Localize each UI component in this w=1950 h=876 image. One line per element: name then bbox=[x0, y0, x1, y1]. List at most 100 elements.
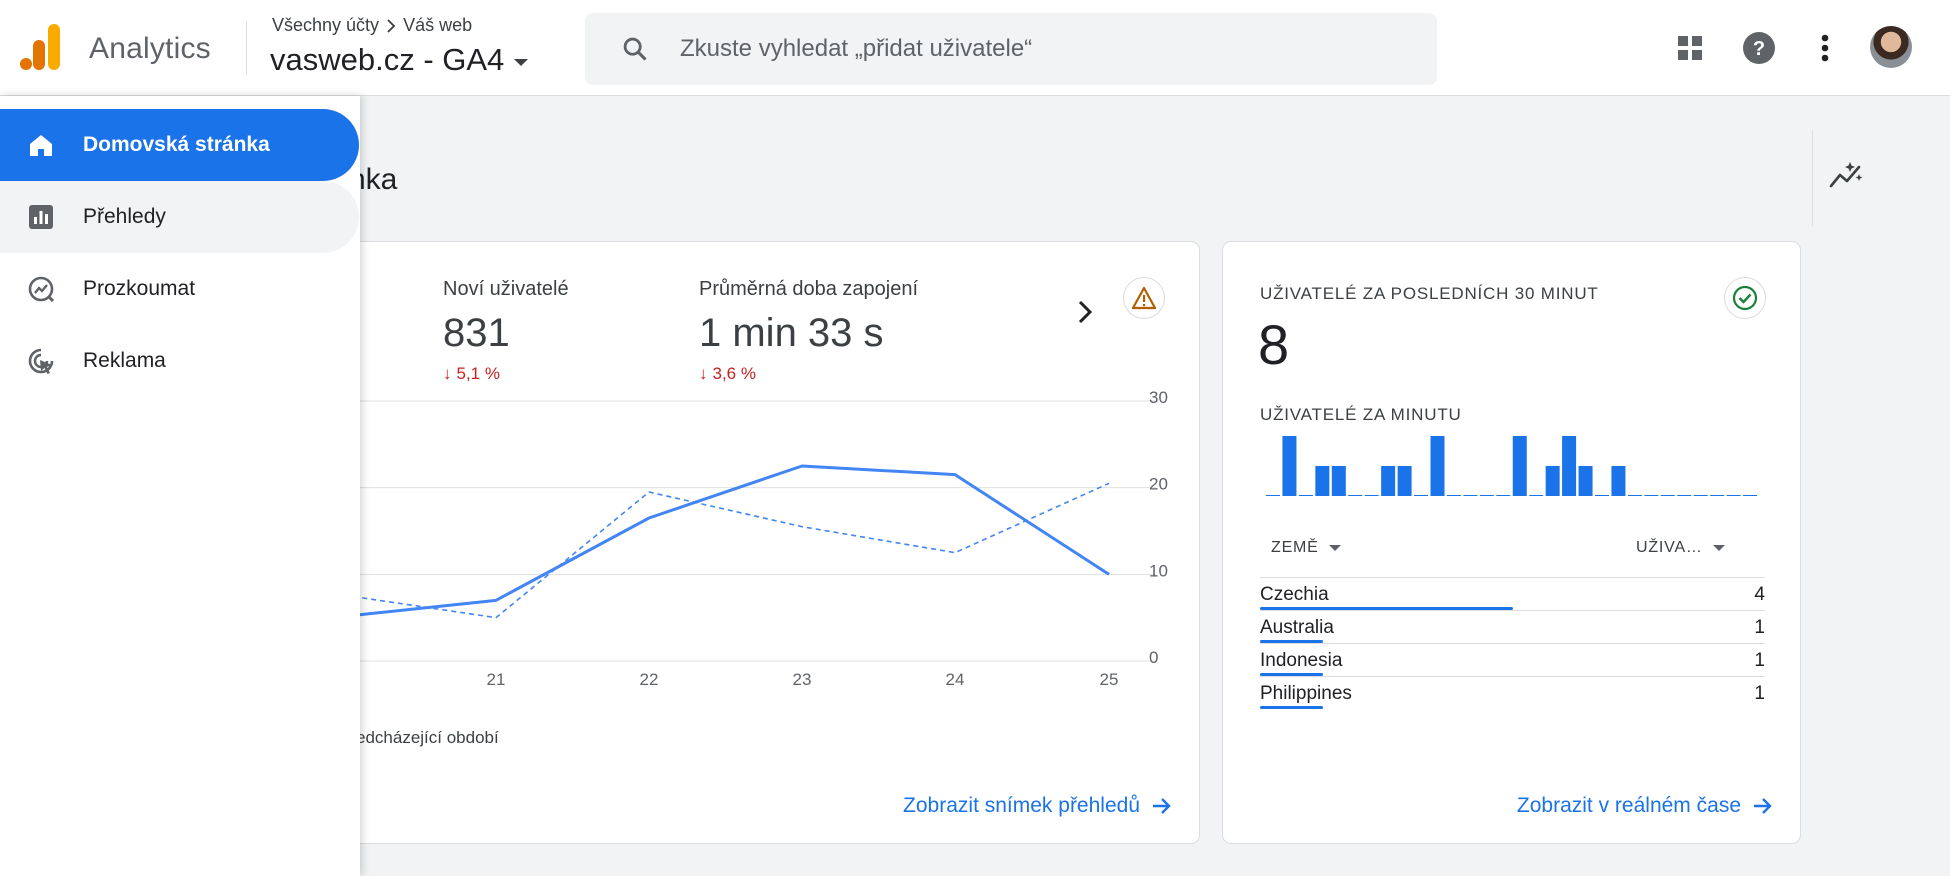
arrow-right-icon bbox=[1754, 798, 1772, 814]
column-label: UŽIVA… bbox=[1636, 539, 1703, 556]
caret-down-icon bbox=[514, 58, 529, 66]
search-icon bbox=[623, 37, 647, 61]
y-tick-label: 10 bbox=[1149, 561, 1168, 580]
column-header-users[interactable]: UŽIVA… bbox=[1636, 539, 1725, 557]
users-line-chart: 0 10 20 30 21 22 23 24 25 bbox=[301, 388, 1168, 689]
account-avatar[interactable] bbox=[1870, 26, 1912, 68]
minute-bar bbox=[1381, 466, 1396, 496]
users-per-minute-label: UŽIVATELÉ ZA MINUTU bbox=[1260, 405, 1462, 424]
table-row[interactable]: Philippines 1 bbox=[1260, 676, 1765, 709]
minute-bar bbox=[1298, 495, 1313, 496]
minute-bar bbox=[1660, 495, 1675, 496]
y-tick-label: 0 bbox=[1149, 648, 1158, 667]
breadcrumb-all-accounts[interactable]: Všechny účty bbox=[272, 15, 379, 36]
row-count: 1 bbox=[1754, 617, 1765, 638]
arrow-right-icon bbox=[1153, 798, 1171, 814]
minute-bar bbox=[1743, 495, 1758, 496]
divider bbox=[246, 22, 247, 74]
view-reports-snapshot-link[interactable]: Zobrazit snímek přehledů bbox=[903, 794, 1172, 818]
sidebar-item-reports[interactable]: Přehledy bbox=[0, 181, 359, 253]
sidebar-item-label: Domovská stránka bbox=[83, 133, 270, 156]
table-row[interactable]: Czechia 4 bbox=[1260, 577, 1765, 610]
minute-bar bbox=[1529, 495, 1544, 496]
top-app-bar: Analytics Všechny účty Váš web vasweb.cz… bbox=[0, 0, 1950, 96]
sort-dropdown-icon bbox=[1328, 545, 1341, 551]
minute-bar bbox=[1446, 495, 1461, 496]
sidebar-item-label: Přehledy bbox=[83, 205, 166, 228]
y-tick-label: 30 bbox=[1149, 388, 1168, 407]
table-row[interactable]: Indonesia 1 bbox=[1260, 643, 1765, 676]
search-bar[interactable] bbox=[585, 13, 1437, 85]
minute-bar bbox=[1397, 466, 1412, 496]
more-vert-icon[interactable] bbox=[1805, 28, 1845, 68]
link-label: Zobrazit v reálném čase bbox=[1516, 794, 1741, 817]
minute-bar bbox=[1496, 495, 1511, 496]
y-tick-label: 20 bbox=[1149, 475, 1168, 494]
search-input[interactable] bbox=[680, 13, 1380, 85]
chevron-right-icon bbox=[387, 18, 396, 33]
sidebar-navigation: Domovská stránka Přehledy Prozkoumat Rek… bbox=[0, 96, 360, 876]
sidebar-item-explore[interactable]: Prozkoumat bbox=[0, 253, 359, 325]
sidebar-item-label: Reklama bbox=[83, 349, 166, 372]
home-icon bbox=[30, 135, 52, 156]
sidebar-item-advertising[interactable]: Reklama bbox=[0, 325, 359, 397]
minute-bar bbox=[1430, 436, 1445, 496]
sidebar-item-home[interactable]: Domovská stránka bbox=[0, 109, 359, 181]
help-icon[interactable]: ? bbox=[1739, 28, 1779, 68]
minute-bar bbox=[1627, 495, 1642, 496]
minute-bar bbox=[1364, 495, 1379, 496]
sort-dropdown-icon bbox=[1712, 545, 1725, 551]
breadcrumb-account[interactable]: Váš web bbox=[403, 15, 472, 36]
x-tick-label: 24 bbox=[946, 670, 965, 689]
property-name: vasweb.cz - GA4 bbox=[270, 42, 505, 77]
minute-bar bbox=[1710, 495, 1725, 496]
minute-bar bbox=[1562, 436, 1577, 496]
minute-bar bbox=[1693, 495, 1708, 496]
minute-bar bbox=[1545, 466, 1560, 496]
minute-bar bbox=[1282, 436, 1297, 496]
overview-card: Noví uživatelé 831 ↓ 5,1 % Průměrná doba… bbox=[300, 241, 1200, 844]
row-country: Czechia bbox=[1260, 584, 1329, 605]
column-label: ZEMĚ bbox=[1271, 539, 1319, 556]
view-realtime-link[interactable]: Zobrazit v reálném čase bbox=[1517, 794, 1773, 818]
insights-icon[interactable] bbox=[1828, 160, 1864, 190]
table-row[interactable]: Australia 1 bbox=[1260, 610, 1765, 643]
explore-icon bbox=[28, 276, 55, 303]
minute-bar bbox=[1578, 466, 1593, 496]
row-count: 1 bbox=[1754, 650, 1765, 671]
bar-chart-icon bbox=[29, 205, 53, 229]
minute-bar bbox=[1463, 495, 1478, 496]
column-header-country[interactable]: ZEMĚ bbox=[1271, 539, 1341, 557]
analytics-logo-icon[interactable] bbox=[20, 24, 62, 70]
series-line-previous bbox=[301, 482, 1110, 619]
realtime-title: UŽIVATELÉ ZA POSLEDNÍCH 30 MINUT bbox=[1260, 284, 1599, 303]
minute-bar bbox=[1726, 495, 1741, 496]
legend-label: Předcházející období bbox=[339, 728, 499, 747]
link-label: Zobrazit snímek přehledů bbox=[903, 794, 1140, 817]
minute-bar bbox=[1331, 466, 1346, 496]
minute-bar bbox=[1644, 495, 1659, 496]
property-selector[interactable]: vasweb.cz - GA4 bbox=[270, 42, 529, 78]
check-circle-icon[interactable] bbox=[1724, 277, 1766, 319]
minute-bar bbox=[1611, 466, 1626, 496]
x-tick-label: 23 bbox=[793, 670, 812, 689]
breadcrumb[interactable]: Všechny účty Váš web bbox=[272, 15, 472, 36]
svg-text:?: ? bbox=[1753, 38, 1765, 60]
x-tick-label: 22 bbox=[640, 670, 659, 689]
minute-bar bbox=[1677, 495, 1692, 496]
app-name: Analytics bbox=[89, 32, 211, 65]
minute-bar bbox=[1315, 466, 1330, 496]
minute-bar bbox=[1595, 495, 1609, 496]
row-share-bar bbox=[1260, 706, 1324, 709]
row-country: Indonesia bbox=[1260, 650, 1343, 671]
country-table: Czechia 4 Australia 1 Indonesia 1 Philip… bbox=[1260, 577, 1765, 709]
x-tick-label: 21 bbox=[487, 670, 506, 689]
minute-bar bbox=[1414, 495, 1429, 496]
minute-bar bbox=[1479, 495, 1494, 496]
minute-bar bbox=[1512, 436, 1527, 496]
apps-grid-icon[interactable] bbox=[1670, 28, 1710, 68]
minute-bar bbox=[1266, 495, 1280, 496]
advertising-icon bbox=[28, 348, 54, 374]
x-tick-label: 25 bbox=[1100, 670, 1119, 689]
realtime-users-value: 8 bbox=[1258, 313, 1290, 376]
